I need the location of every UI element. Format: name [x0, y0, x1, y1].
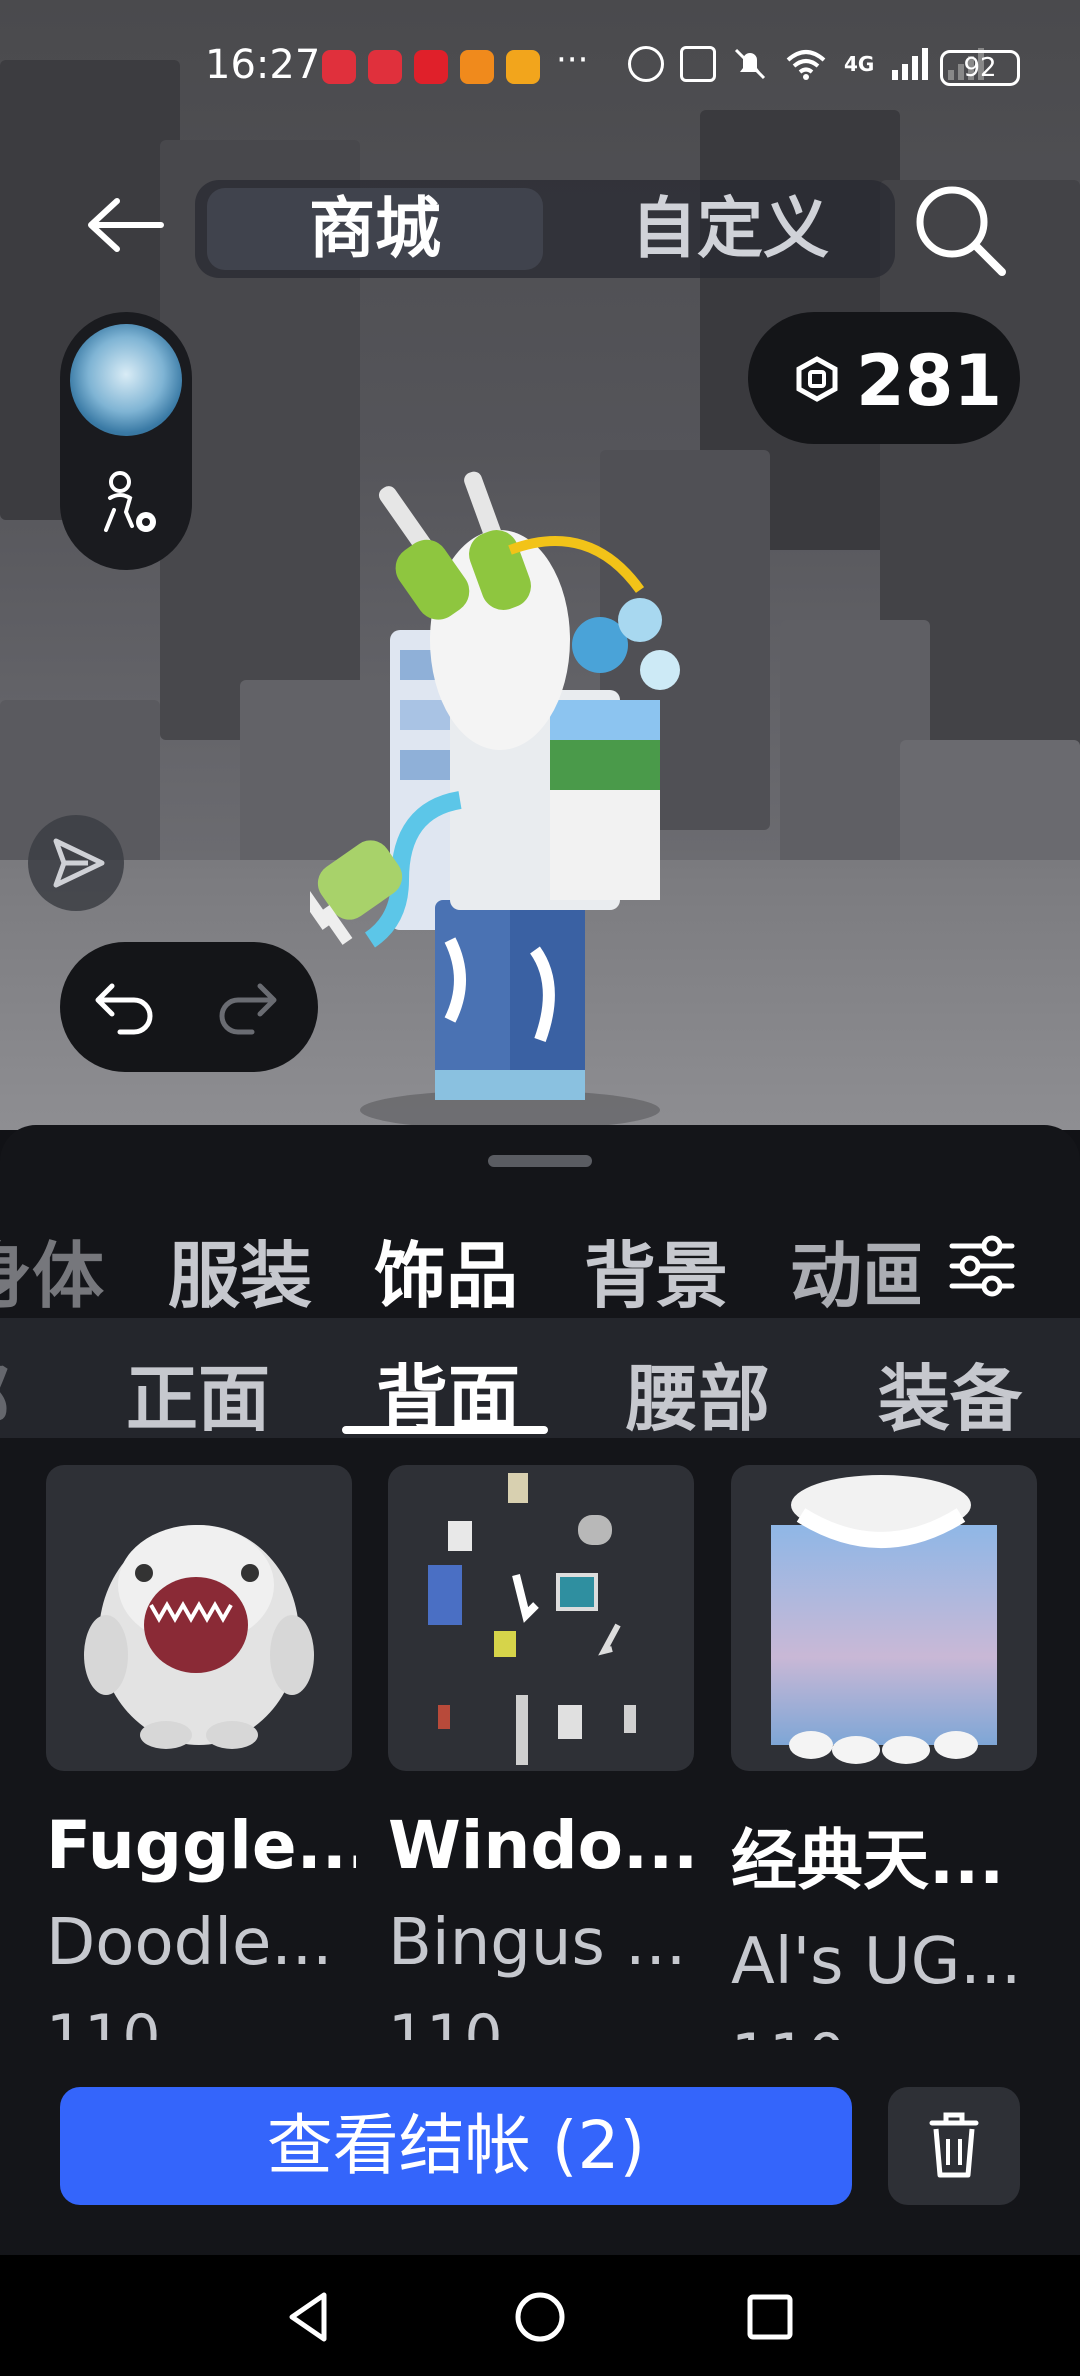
- mode-tabs: 商城 自定义: [195, 180, 895, 278]
- avatar-settings-icon[interactable]: [96, 470, 162, 540]
- status-bar: 16:27 ··· 4G 92: [0, 0, 1080, 120]
- category-animations[interactable]: 动画: [790, 1217, 920, 1322]
- recents-square-icon[interactable]: [740, 2287, 800, 2347]
- avatar-switcher: [60, 312, 192, 570]
- item-price: 110: [46, 2002, 161, 2040]
- redo-icon[interactable]: [210, 972, 282, 1042]
- shark-plush-image: [84, 1525, 314, 1749]
- robux-balance[interactable]: 281: [748, 312, 1020, 444]
- item-name: Windo...: [388, 1807, 698, 1884]
- item-thumbnail[interactable]: [388, 1465, 694, 1771]
- item-name: Fuggle...: [46, 1807, 356, 1884]
- item-price: 110: [731, 2021, 1041, 2040]
- checkout-bar: 查看结帐 (2): [0, 2040, 1080, 2255]
- item-card[interactable]: Windo... Bingus ... 110: [388, 1465, 698, 2040]
- home-circle-icon[interactable]: [510, 2287, 570, 2347]
- wifi-icon: [786, 50, 826, 80]
- status-time: 16:27: [205, 42, 321, 88]
- sheet-drag-handle[interactable]: [488, 1155, 592, 1167]
- item-thumbnail[interactable]: [731, 1465, 1037, 1771]
- item-name: 经典天...: [731, 1822, 1005, 1899]
- more-notifications: ···: [556, 40, 589, 80]
- avatar[interactable]: [70, 324, 182, 436]
- item-thumbnail[interactable]: [46, 1465, 352, 1771]
- subcategory-front[interactable]: 正面: [126, 1340, 270, 1445]
- active-subcategory-underline: [342, 1426, 548, 1434]
- category-backgrounds[interactable]: 背景: [584, 1217, 728, 1322]
- undo-redo-controls: [60, 942, 318, 1072]
- sliders-icon[interactable]: [946, 1230, 1018, 1302]
- item-grid: Fuggle... Doodle... 110 Windo... Bingus …: [0, 1465, 1080, 2040]
- network-type: 4G: [844, 52, 875, 76]
- subcategory-waist[interactable]: 腰部: [626, 1340, 770, 1445]
- item-card[interactable]: 经典天... Al's UG... 110: [731, 1465, 1041, 2040]
- item-creator: Al's UG...: [731, 1925, 1022, 1999]
- robux-amount: 281: [856, 340, 1003, 422]
- windows-icons-image: [428, 1473, 636, 1765]
- subcategory-partial[interactable]: 部: [0, 1340, 10, 1445]
- search-icon[interactable]: [910, 180, 1010, 280]
- item-creator: Bingus ...: [388, 1906, 687, 1980]
- trash-icon: [929, 2112, 979, 2178]
- share-button[interactable]: [28, 815, 124, 911]
- item-price: 110: [388, 2002, 503, 2040]
- mute-bell-icon: [734, 48, 766, 80]
- send-icon: [53, 838, 105, 888]
- subcategory-gear[interactable]: 装备: [878, 1340, 1022, 1445]
- avatar-3d-model[interactable]: [310, 470, 710, 1130]
- sky-cape-image: [771, 1475, 997, 1764]
- tab-customize[interactable]: 自定义: [575, 188, 885, 270]
- status-icons: 4G: [628, 46, 986, 82]
- category-clothing[interactable]: 服装: [168, 1217, 312, 1322]
- subcategory-tabs: 部 正面 背面 腰部 装备: [0, 1318, 1080, 1441]
- notification-app-icon: [506, 50, 540, 84]
- nfc-icon: [680, 46, 716, 82]
- hd-call-icon: [628, 46, 664, 82]
- category-accessories[interactable]: 饰品: [374, 1217, 518, 1322]
- notification-app-icon: [322, 50, 356, 84]
- notification-app-icon: [414, 50, 448, 84]
- system-nav-bar: [0, 2255, 1080, 2376]
- checkout-button[interactable]: 查看结帐 (2): [60, 2087, 852, 2205]
- category-body[interactable]: 身体: [0, 1217, 104, 1322]
- clear-cart-button[interactable]: [888, 2087, 1020, 2205]
- item-card[interactable]: Fuggle... Doodle... 110: [46, 1465, 356, 2040]
- notification-app-icon: [460, 50, 494, 84]
- notification-app-icon: [368, 50, 402, 84]
- battery-level: 92: [940, 50, 1020, 86]
- back-triangle-icon[interactable]: [280, 2287, 340, 2347]
- item-creator: Doodle...: [46, 1906, 333, 1980]
- signal-icon: [892, 48, 929, 80]
- back-arrow-icon[interactable]: [85, 195, 165, 255]
- robux-icon: [796, 356, 838, 402]
- undo-icon[interactable]: [90, 972, 162, 1042]
- tab-marketplace[interactable]: 商城: [207, 188, 543, 270]
